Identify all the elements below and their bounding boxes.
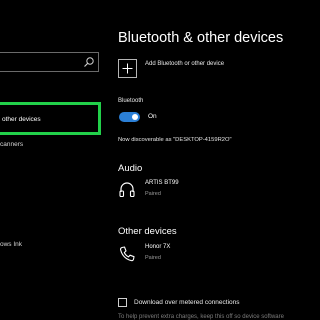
- bluetooth-toggle[interactable]: [119, 112, 140, 122]
- page-title: Bluetooth & other devices: [118, 30, 284, 46]
- audio-section-heading: Audio: [118, 163, 143, 174]
- search-icon: [84, 57, 94, 67]
- headset-icon: [119, 182, 135, 198]
- search-input[interactable]: [0, 52, 99, 72]
- phone-icon: [120, 246, 135, 262]
- add-device-label: Add Bluetooth or other device: [145, 60, 225, 67]
- sidebar-item-bluetooth-other-devices[interactable]: other devices: [0, 102, 101, 135]
- device-honor-7x[interactable]: Honor 7X Paired: [118, 244, 238, 268]
- sidebar-item-label: canners: [0, 141, 24, 148]
- bluetooth-state-label: On: [148, 113, 157, 120]
- discoverable-status: Now discoverable as "DESKTOP-4159R2O": [118, 137, 232, 143]
- device-name: ARTIS BT99: [145, 180, 179, 186]
- metered-label: Download over metered connections: [134, 299, 240, 306]
- metered-description: To help prevent extra charges, keep this…: [118, 314, 284, 320]
- bluetooth-label: Bluetooth: [118, 98, 144, 104]
- metered-checkbox[interactable]: [118, 298, 127, 307]
- sidebar-item-pen-windows-ink[interactable]: ows Ink: [0, 241, 22, 248]
- sidebar-item-printers-scanners[interactable]: canners: [0, 141, 23, 148]
- device-name: Honor 7X: [145, 244, 171, 250]
- device-artis-bt99[interactable]: ARTIS BT99 Paired: [118, 180, 238, 204]
- sidebar-item-label: other devices: [2, 116, 41, 123]
- device-status: Paired: [145, 255, 161, 261]
- add-device-button[interactable]: Add Bluetooth or other device: [118, 57, 224, 79]
- sidebar-item-label: ows Ink: [0, 241, 23, 248]
- other-devices-section-heading: Other devices: [118, 226, 177, 237]
- metered-connections-option[interactable]: Download over metered connections: [118, 298, 240, 307]
- settings-window: other devices canners ows Ink Bluetooth …: [0, 0, 320, 320]
- device-status: Paired: [145, 191, 161, 197]
- toggle-knob: [132, 114, 138, 120]
- plus-icon: [118, 58, 137, 78]
